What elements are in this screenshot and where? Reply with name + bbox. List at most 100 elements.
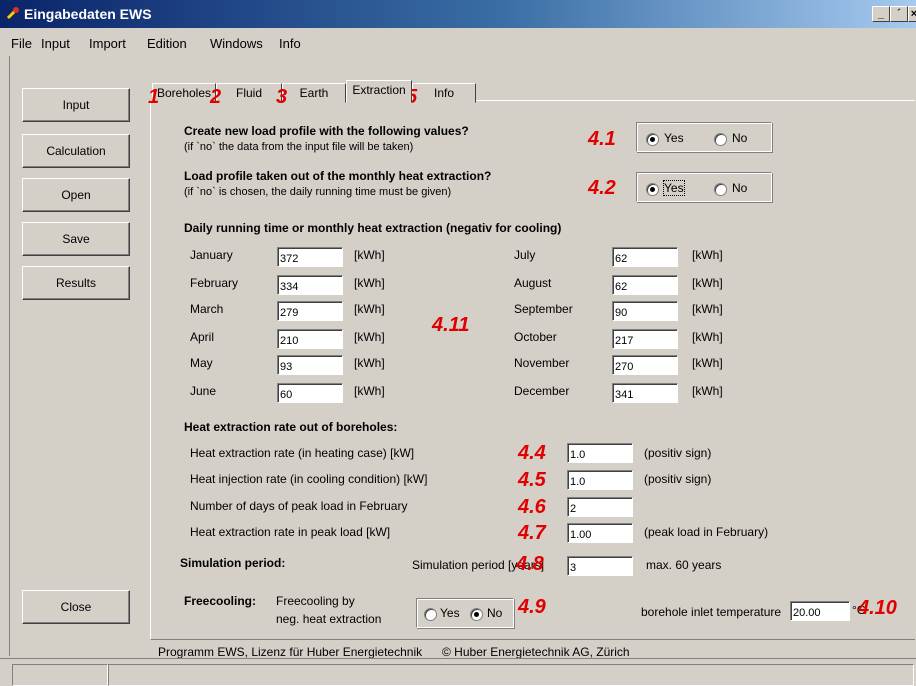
month-label-may: May [190,356,213,370]
marker-4-5: 4.5 [518,469,546,491]
open-button[interactable]: Open [22,178,130,212]
tab-fluid[interactable]: Fluid [216,83,282,103]
q2-note: (if `no` is chosen, the daily running ti… [184,186,452,198]
marker-4-1: 4.1 [588,128,616,150]
september-input[interactable]: 90 [612,301,678,321]
unit-label: [kWh] [692,302,723,316]
month-label-april: April [190,330,215,344]
q2-yes-label: Yes [663,180,685,196]
freecooling-desc-2: neg. heat extraction [276,612,382,626]
month-label-july: July [514,248,536,262]
unit-label: [kWh] [354,384,385,398]
q1-note: (if `no` the data from the input file wi… [184,141,414,153]
q1-no-label: No [732,131,748,145]
q1-yes-radio[interactable] [646,133,659,146]
june-input[interactable]: 60 [277,383,343,403]
month-label-january: January [190,248,233,262]
simulation-title: Simulation period: [180,556,286,570]
tab-marker-2: 2 [210,86,222,108]
simulation-period-input[interactable]: 3 [567,556,633,576]
april-input[interactable]: 210 [277,329,343,349]
close-button[interactable]: Close [22,590,130,624]
mdi-border [9,56,10,656]
minimize-button[interactable]: _ [872,6,890,22]
march-input[interactable]: 279 [277,301,343,321]
freecooling-yes-radio[interactable] [424,608,437,621]
input-button[interactable]: Input [22,88,130,122]
january-input[interactable]: 372 [277,247,343,267]
marker-4-11: 4.11 [432,314,470,336]
menu-import[interactable]: Import [89,36,126,51]
extraction-rate-note: (positiv sign) [644,446,712,460]
q2-no-label: No [732,181,748,195]
menu-info[interactable]: Info [279,36,301,51]
unit-label: [kWh] [692,330,723,344]
menu-bar [0,28,916,56]
marker-4-8: 4.8 [516,553,544,575]
tab-earth[interactable]: Earth [282,83,346,103]
q2-no-radio[interactable] [714,183,727,196]
freecooling-yes-label: Yes [440,606,460,620]
marker-4-6: 4.6 [518,496,546,518]
close-window-button[interactable]: × [908,6,916,22]
extraction-rate-input[interactable]: 1.0 [567,443,633,463]
february-input[interactable]: 334 [277,275,343,295]
inlet-temp-input[interactable]: 20.00 [790,601,850,621]
injection-rate-input[interactable]: 1.0 [567,470,633,490]
marker-4-2: 4.2 [588,177,616,199]
menu-file[interactable]: File [11,36,32,51]
footer-license: Programm EWS, Lizenz für Huber Energiete… [158,645,423,659]
unit-label: [kWh] [692,384,723,398]
menu-edition[interactable]: Edition [147,36,187,51]
marker-4-9: 4.9 [518,596,546,618]
restore-button[interactable]: ´ [890,6,908,22]
status-cell-1 [12,664,108,686]
unit-label: [kWh] [354,330,385,344]
unit-label: [kWh] [354,302,385,316]
unit-label: [kWh] [692,248,723,262]
freecooling-desc-1: Freecooling by [276,594,355,608]
inlet-temp-label: borehole inlet temperature [641,605,782,619]
window-title: Eingabedaten EWS [24,6,152,22]
december-input[interactable]: 341 [612,383,678,403]
tab-extraction[interactable]: Extraction [346,80,412,103]
month-label-february: February [190,276,239,290]
calculation-button[interactable]: Calculation [22,134,130,168]
q2-yes-radio[interactable] [646,183,659,196]
unit-label: [kWh] [354,276,385,290]
save-button[interactable]: Save [22,222,130,256]
menu-windows[interactable]: Windows [210,36,263,51]
marker-4-4: 4.4 [518,442,546,464]
peak-rate-input[interactable]: 1.00 [567,523,633,543]
peak-days-label: Number of days of peak load in February [190,499,408,513]
unit-label: [kWh] [692,276,723,290]
month-label-june: June [190,384,217,398]
q2-title: Load profile taken out of the monthly he… [184,169,492,183]
tab-marker-3: 3 [276,86,288,108]
injection-rate-label: Heat injection rate (in cooling conditio… [190,472,428,486]
marker-4-7: 4.7 [518,522,546,544]
tab-boreholes[interactable]: Boreholes [152,83,216,103]
may-input[interactable]: 93 [277,355,343,375]
monthly-title: Daily running time or monthly heat extra… [184,221,562,235]
peak-days-input[interactable]: 2 [567,497,633,517]
results-button[interactable]: Results [22,266,130,300]
freecooling-no-radio[interactable] [470,608,483,621]
simulation-note: max. 60 years [646,558,722,572]
month-label-november: November [514,356,570,370]
july-input[interactable]: 62 [612,247,678,267]
tab-marker-1: 1 [148,86,160,108]
q1-yes-label: Yes [664,131,684,145]
october-input[interactable]: 217 [612,329,678,349]
marker-4-10: 4.10 [858,597,897,619]
extraction-rate-label: Heat extraction rate (in heating case) [… [190,446,415,460]
menu-input[interactable]: Input [41,36,70,51]
tab-info[interactable]: Info [412,83,476,103]
peak-rate-note: (peak load in February) [644,525,769,539]
month-label-october: October [514,330,557,344]
november-input[interactable]: 270 [612,355,678,375]
q1-title: Create new load profile with the followi… [184,124,469,138]
unit-label: [kWh] [354,356,385,370]
august-input[interactable]: 62 [612,275,678,295]
q1-no-radio[interactable] [714,133,727,146]
